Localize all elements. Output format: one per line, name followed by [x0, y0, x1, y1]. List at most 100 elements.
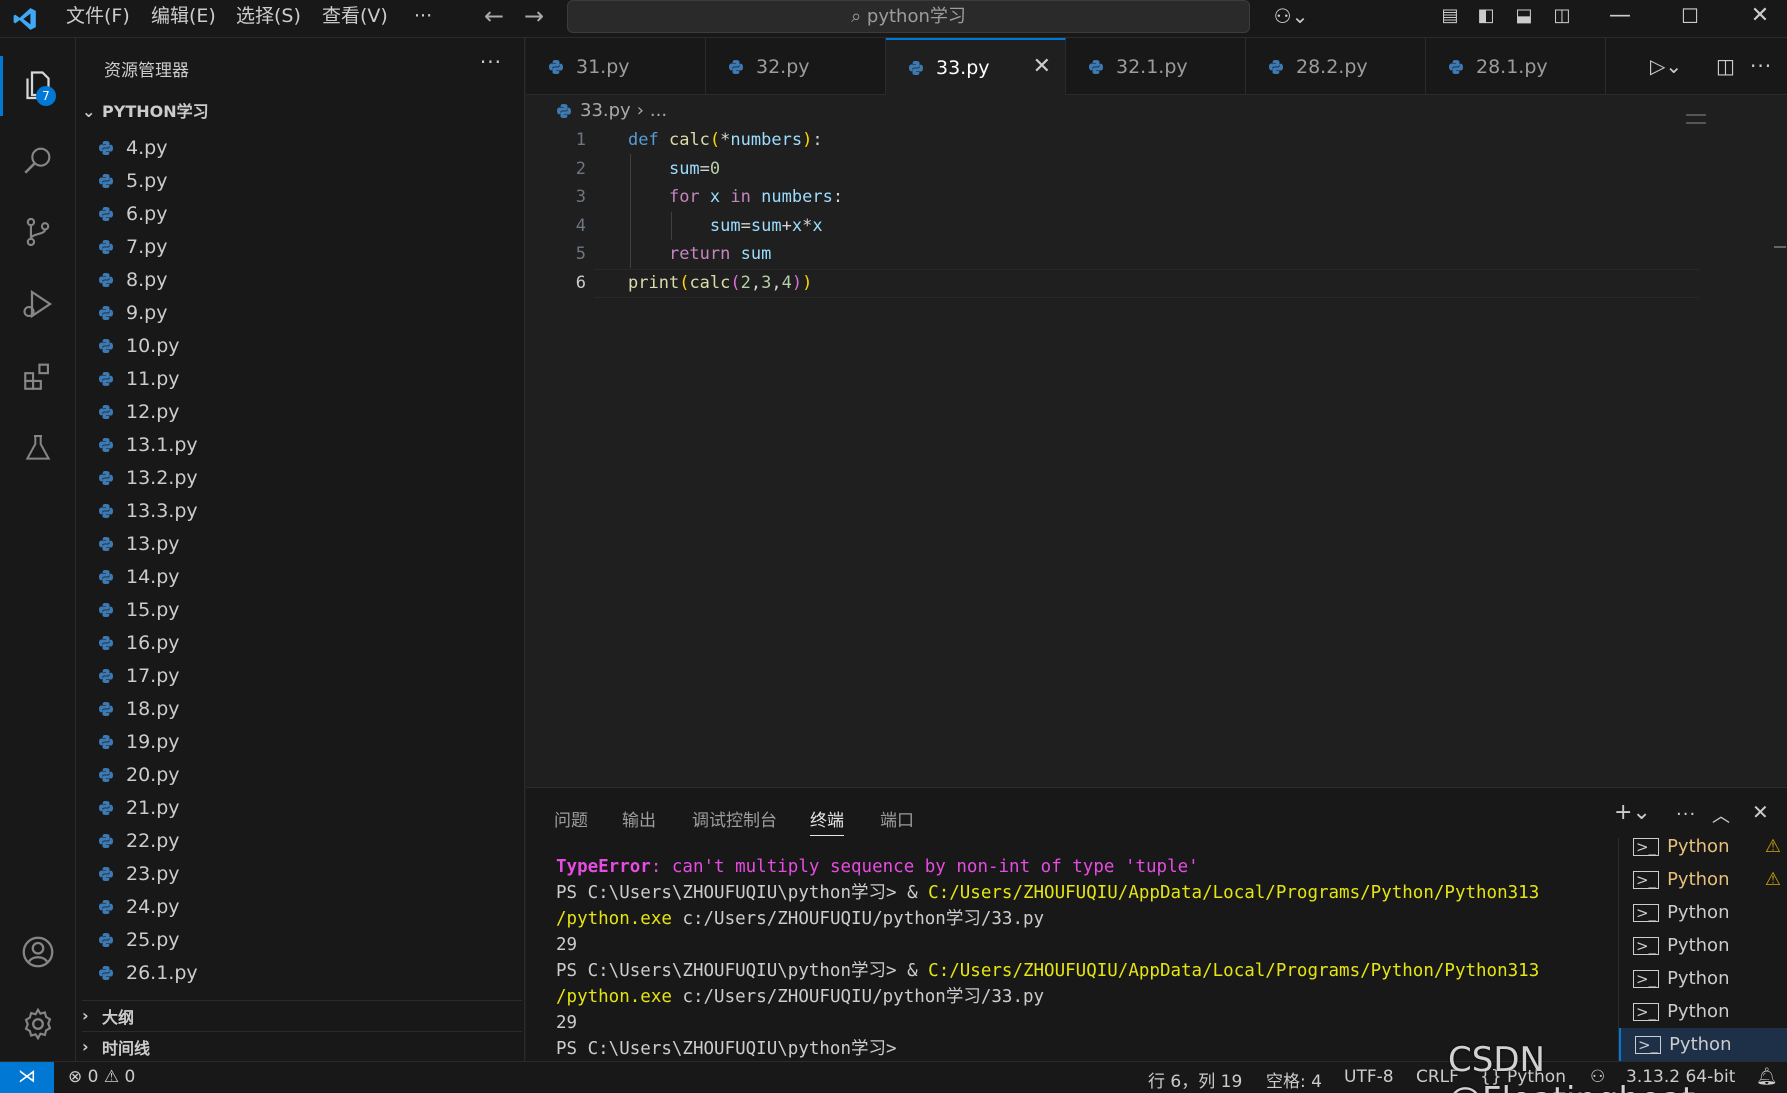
- problems-status[interactable]: ⊗ 0 ⚠ 0: [68, 1067, 135, 1087]
- editor-tab[interactable]: 32.py: [706, 38, 886, 95]
- file-item[interactable]: 8.py: [76, 263, 525, 296]
- breadcrumb-file[interactable]: 33.py: [580, 100, 631, 121]
- file-item[interactable]: 13.1.py: [76, 428, 525, 461]
- editor-tab[interactable]: 28.1.py: [1426, 38, 1606, 95]
- panel-more-icon[interactable]: ···: [1676, 804, 1696, 825]
- split-editor-icon[interactable]: ◫: [1716, 54, 1735, 78]
- terminal-instance[interactable]: >_ Python: [1619, 929, 1787, 962]
- file-item[interactable]: 21.py: [76, 791, 525, 824]
- file-item[interactable]: 13.3.py: [76, 494, 525, 527]
- run-file-icon[interactable]: ▷⌄: [1650, 54, 1682, 78]
- minimize-icon[interactable]: —: [1600, 0, 1640, 34]
- menu-edit[interactable]: 编辑(E): [151, 0, 216, 38]
- terminal-output[interactable]: TypeError: can't multiply sequence by no…: [556, 854, 1787, 1062]
- file-item[interactable]: 4.py: [76, 131, 525, 164]
- file-item[interactable]: 6.py: [76, 197, 525, 230]
- file-item[interactable]: 19.py: [76, 725, 525, 758]
- toggle-sidebar-icon[interactable]: ◧: [1466, 0, 1506, 34]
- remote-indicator-icon[interactable]: ⋊: [0, 1062, 54, 1093]
- editor-more-icon[interactable]: ···: [1750, 54, 1772, 78]
- editor-tab[interactable]: 32.1.py: [1066, 38, 1246, 95]
- tab-label: 32.py: [756, 55, 810, 78]
- panel-tab-output[interactable]: 输出: [622, 806, 656, 831]
- panel-tab-ports[interactable]: 端口: [880, 806, 914, 831]
- terminal-line: PS C:\Users\ZHOUFUQIU\python学习> & C:/Use…: [556, 883, 1540, 903]
- editor-tab[interactable]: 33.py ✕: [886, 38, 1066, 95]
- file-item[interactable]: 22.py: [76, 824, 525, 857]
- source-control-icon[interactable]: [12, 206, 64, 258]
- terminal-instance[interactable]: >_ Python: [1619, 995, 1787, 1028]
- file-item[interactable]: 7.py: [76, 230, 525, 263]
- command-center-search[interactable]: ⌕ python学习: [567, 0, 1250, 33]
- panel-tab-terminal[interactable]: 终端: [810, 806, 844, 836]
- outline-section[interactable]: › 大纲: [82, 1000, 522, 1030]
- file-item[interactable]: 25.py: [76, 923, 525, 956]
- file-item[interactable]: 15.py: [76, 593, 525, 626]
- file-item[interactable]: 26.1.py: [76, 956, 525, 989]
- code-editor[interactable]: 1 2 3 4 5 6 def calc(*numbers): sum=0 fo…: [526, 114, 1787, 786]
- back-arrow-icon[interactable]: ←: [484, 2, 504, 30]
- workspace-folder-header[interactable]: ⌄ PYTHON学习: [82, 98, 522, 124]
- file-item[interactable]: 10.py: [76, 329, 525, 362]
- menu-more[interactable]: ···: [414, 0, 432, 38]
- panel-tab-problems[interactable]: 问题: [554, 806, 588, 831]
- explorer-more-button[interactable]: ···: [480, 50, 502, 74]
- bottom-panel: 问题 输出 调试控制台 终端 端口 +⌄ ··· ︿ ✕ TypeError: …: [526, 787, 1787, 1062]
- file-item[interactable]: 18.py: [76, 692, 525, 725]
- python-file-icon: [557, 103, 571, 118]
- terminal-instance[interactable]: >_ Python: [1619, 896, 1787, 929]
- file-item[interactable]: 5.py: [76, 164, 525, 197]
- python-file-icon: [1449, 59, 1463, 74]
- extensions-icon[interactable]: [12, 350, 64, 402]
- menu-view[interactable]: 查看(V): [322, 0, 388, 38]
- toggle-secondary-sidebar-icon[interactable]: ◫: [1542, 0, 1582, 34]
- maximize-icon[interactable]: ☐: [1670, 0, 1710, 34]
- file-item[interactable]: 12.py: [76, 395, 525, 428]
- cursor-position[interactable]: 行 6，列 19: [1148, 1067, 1242, 1092]
- indentation[interactable]: 空格: 4: [1266, 1067, 1322, 1092]
- close-window-icon[interactable]: ✕: [1740, 0, 1780, 34]
- breadcrumb-symbol[interactable]: ...: [650, 100, 667, 121]
- terminal-instance[interactable]: >_ Python: [1619, 962, 1787, 995]
- menu-selection[interactable]: 选择(S): [236, 0, 301, 38]
- file-item[interactable]: 9.py: [76, 296, 525, 329]
- file-item[interactable]: 13.2.py: [76, 461, 525, 494]
- accounts-icon[interactable]: [12, 926, 64, 978]
- close-tab-icon[interactable]: ✕: [1033, 54, 1051, 79]
- file-item[interactable]: 16.py: [76, 626, 525, 659]
- file-item[interactable]: 24.py: [76, 890, 525, 923]
- toggle-panel-icon[interactable]: ⬓: [1504, 0, 1544, 34]
- file-item[interactable]: 14.py: [76, 560, 525, 593]
- file-item[interactable]: 13.py: [76, 527, 525, 560]
- encoding[interactable]: UTF-8: [1344, 1067, 1394, 1087]
- scrollbar-marker[interactable]: [1774, 246, 1786, 248]
- python-file-icon: [99, 701, 113, 716]
- explorer-icon[interactable]: 7: [12, 60, 64, 112]
- editor-tab[interactable]: 31.py: [526, 38, 706, 95]
- terminal-instance[interactable]: >_ Python ⚠: [1619, 863, 1787, 896]
- terminal-instance[interactable]: >_ Python ⚠: [1619, 838, 1787, 863]
- forward-arrow-icon[interactable]: →: [524, 2, 544, 30]
- file-item[interactable]: 11.py: [76, 362, 525, 395]
- close-panel-icon[interactable]: ✕: [1752, 800, 1769, 824]
- new-terminal-icon[interactable]: +⌄: [1614, 800, 1651, 825]
- minimap-preview: [1686, 114, 1706, 124]
- settings-gear-icon[interactable]: [12, 998, 64, 1050]
- customize-layout-icon[interactable]: ▤: [1430, 0, 1470, 34]
- panel-tab-debug-console[interactable]: 调试控制台: [692, 806, 777, 831]
- file-item[interactable]: 23.py: [76, 857, 525, 890]
- python-file-icon: [99, 833, 113, 848]
- search-view-icon[interactable]: [12, 134, 64, 186]
- run-debug-icon[interactable]: [12, 278, 64, 330]
- python-file-icon: [99, 635, 113, 650]
- file-item[interactable]: 17.py: [76, 659, 525, 692]
- code-line: def calc(*numbers):: [628, 130, 823, 150]
- menu-file[interactable]: 文件(F): [66, 0, 130, 38]
- code-line: sum=sum+x*x: [709, 215, 823, 236]
- copilot-icon[interactable]: ⚇⌄: [1266, 0, 1316, 34]
- timeline-section[interactable]: › 时间线: [82, 1031, 522, 1061]
- file-item[interactable]: 20.py: [76, 758, 525, 791]
- testing-flask-icon[interactable]: [12, 422, 64, 474]
- maximize-panel-icon[interactable]: ︿: [1712, 802, 1730, 828]
- editor-tab[interactable]: 28.2.py: [1246, 38, 1426, 95]
